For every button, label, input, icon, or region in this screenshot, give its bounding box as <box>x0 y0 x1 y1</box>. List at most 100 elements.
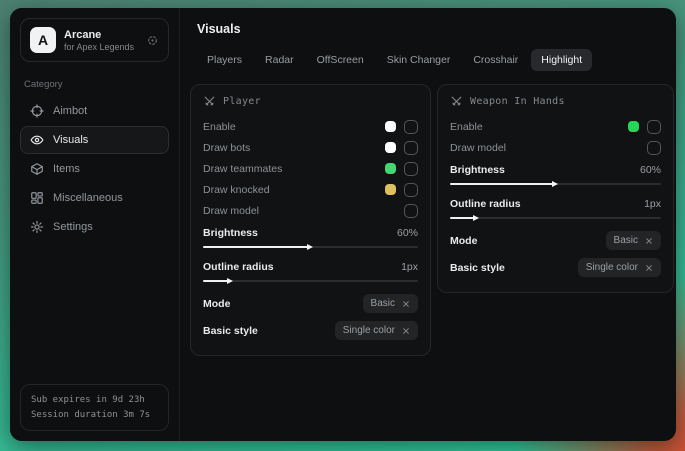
slider-outline-radius: Outline radius 1px <box>203 257 418 277</box>
slider-track[interactable] <box>203 280 418 282</box>
swords-icon <box>450 95 463 108</box>
chip-value: Basic <box>371 298 395 309</box>
chip-value: Basic <box>614 235 638 246</box>
chip-value: Single color <box>343 325 395 336</box>
sidebar: A Arcane for Apex Legends Category Aimbo… <box>10 8 180 441</box>
close-icon[interactable] <box>645 237 653 245</box>
checkbox[interactable] <box>404 162 418 176</box>
slider-outline-radius: Outline radius 1px <box>450 194 661 214</box>
main-content: Visuals Players Radar OffScreen Skin Cha… <box>180 8 676 441</box>
sidebar-item-aimbot[interactable]: Aimbot <box>20 97 169 125</box>
app-subtitle: for Apex Legends <box>64 42 134 52</box>
checkbox[interactable] <box>404 120 418 134</box>
checkbox[interactable] <box>647 120 661 134</box>
slider-value: 1px <box>401 261 418 273</box>
close-icon[interactable] <box>402 327 410 335</box>
sub-expires-text: Sub expires in 9d 23h <box>31 393 158 407</box>
tab-crosshair[interactable]: Crosshair <box>463 49 528 71</box>
category-label: Category <box>24 79 165 90</box>
select-label: Mode <box>450 235 477 247</box>
app-header-card: A Arcane for Apex Legends <box>20 18 169 62</box>
panel-player: Player Enable Draw bots <box>190 84 431 356</box>
sidebar-item-settings[interactable]: Settings <box>20 213 169 241</box>
color-swatch[interactable] <box>385 142 396 153</box>
checkbox[interactable] <box>404 183 418 197</box>
color-swatch[interactable] <box>385 163 396 174</box>
app-name: Arcane <box>64 29 134 41</box>
eye-icon <box>30 133 44 147</box>
package-icon <box>30 162 44 176</box>
slider-brightness: Brightness 60% <box>203 223 418 243</box>
slider-value: 60% <box>640 164 661 176</box>
basic-style-chip[interactable]: Single color <box>578 258 661 277</box>
sidebar-item-miscellaneous[interactable]: Miscellaneous <box>20 184 169 212</box>
mode-chip[interactable]: Basic <box>363 294 418 313</box>
select-label: Mode <box>203 298 230 310</box>
toggle-label: Draw model <box>450 142 506 154</box>
slider-track[interactable] <box>450 183 661 185</box>
slider-label: Brightness <box>203 227 258 239</box>
slider-track[interactable] <box>450 217 661 219</box>
toggle-label: Draw bots <box>203 142 250 154</box>
select-label: Basic style <box>203 325 258 337</box>
select-basic-style: Basic style Single color <box>450 255 661 280</box>
sidebar-item-items[interactable]: Items <box>20 155 169 183</box>
slider-value: 60% <box>397 227 418 239</box>
slider-brightness: Brightness 60% <box>450 160 661 180</box>
swords-icon <box>203 95 216 108</box>
sidebar-item-label: Aimbot <box>53 105 87 117</box>
tab-skin-changer[interactable]: Skin Changer <box>377 49 461 71</box>
select-basic-style: Basic style Single color <box>203 318 418 343</box>
toggle-label: Enable <box>450 121 483 133</box>
toggle-row-draw-model: Draw model <box>450 137 661 158</box>
slider-thumb[interactable] <box>307 244 313 250</box>
checkbox[interactable] <box>404 141 418 155</box>
close-icon[interactable] <box>402 300 410 308</box>
slider-value: 1px <box>644 198 661 210</box>
sidebar-item-visuals[interactable]: Visuals <box>20 126 169 154</box>
toggle-row-enable: Enable <box>203 116 418 137</box>
toggle-label: Draw teammates <box>203 163 282 175</box>
gear-icon <box>30 220 44 234</box>
chip-value: Single color <box>586 262 638 273</box>
basic-style-chip[interactable]: Single color <box>335 321 418 340</box>
tab-offscreen[interactable]: OffScreen <box>307 49 374 71</box>
slider-track[interactable] <box>203 246 418 248</box>
slider-label: Brightness <box>450 164 505 176</box>
app-window: A Arcane for Apex Legends Category Aimbo… <box>10 8 676 441</box>
toggle-row-enable: Enable <box>450 116 661 137</box>
toggle-label: Draw knocked <box>203 184 270 196</box>
checkbox[interactable] <box>404 204 418 218</box>
app-logo: A <box>30 27 56 53</box>
crosshair-icon <box>30 104 44 118</box>
toggle-label: Enable <box>203 121 236 133</box>
slider-thumb[interactable] <box>473 215 479 221</box>
page-title: Visuals <box>197 22 674 36</box>
toggle-row-draw-knocked: Draw knocked <box>203 179 418 200</box>
color-swatch[interactable] <box>628 121 639 132</box>
toggle-label: Draw model <box>203 205 259 217</box>
sidebar-item-label: Items <box>53 163 80 175</box>
slider-thumb[interactable] <box>227 278 233 284</box>
select-mode: Mode Basic <box>203 291 418 316</box>
panel-weapon-in-hands: Weapon In Hands Enable Draw model <box>437 84 674 293</box>
close-icon[interactable] <box>645 264 653 272</box>
color-swatch[interactable] <box>385 184 396 195</box>
grid-icon <box>30 191 44 205</box>
color-swatch[interactable] <box>385 121 396 132</box>
sidebar-item-label: Settings <box>53 221 93 233</box>
subscription-info: Sub expires in 9d 23h Session duration 3… <box>20 384 169 431</box>
toggle-row-draw-teammates: Draw teammates <box>203 158 418 179</box>
tab-radar[interactable]: Radar <box>255 49 304 71</box>
tab-highlight[interactable]: Highlight <box>531 49 592 71</box>
focus-target-icon[interactable] <box>146 34 159 47</box>
toggle-row-draw-bots: Draw bots <box>203 137 418 158</box>
panel-title: Player <box>223 96 261 107</box>
session-duration-text: Session duration 3m 7s <box>31 408 158 422</box>
mode-chip[interactable]: Basic <box>606 231 661 250</box>
tab-players[interactable]: Players <box>197 49 252 71</box>
tab-bar: Players Radar OffScreen Skin Changer Cro… <box>197 49 674 71</box>
toggle-row-draw-model: Draw model <box>203 200 418 221</box>
slider-thumb[interactable] <box>552 181 558 187</box>
checkbox[interactable] <box>647 141 661 155</box>
